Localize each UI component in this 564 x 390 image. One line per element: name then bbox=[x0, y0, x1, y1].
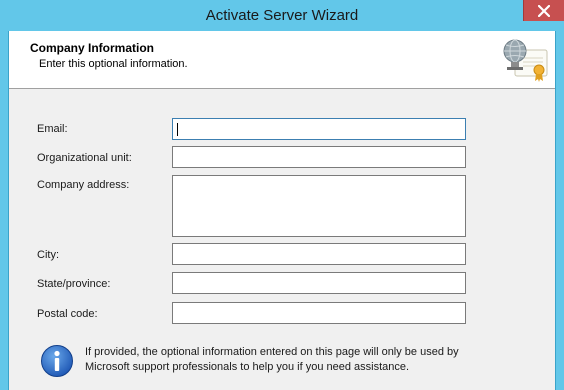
city-field[interactable] bbox=[172, 243, 466, 265]
window-title: Activate Server Wizard bbox=[205, 7, 359, 24]
email-field[interactable] bbox=[172, 118, 466, 140]
city-label: City: bbox=[37, 249, 59, 261]
state-label: State/province: bbox=[37, 278, 111, 290]
org-unit-label: Organizational unit: bbox=[37, 152, 132, 164]
info-icon bbox=[41, 345, 73, 377]
company-address-label: Company address: bbox=[37, 179, 130, 191]
org-unit-field[interactable] bbox=[172, 146, 466, 168]
wizard-client-area: Company Information Enter this optional … bbox=[8, 31, 556, 390]
page-subtitle: Enter this optional information. bbox=[39, 58, 188, 70]
company-address-field[interactable] bbox=[172, 175, 466, 237]
wizard-window: Activate Server Wizard Company Informati… bbox=[0, 0, 564, 390]
state-field[interactable] bbox=[172, 272, 466, 294]
postal-code-label: Postal code: bbox=[37, 308, 98, 320]
certificate-globe-icon bbox=[503, 39, 548, 82]
text-caret bbox=[177, 123, 178, 136]
email-label: Email: bbox=[37, 123, 68, 135]
postal-code-field[interactable] bbox=[172, 302, 466, 324]
close-button[interactable] bbox=[523, 0, 564, 21]
page-title: Company Information bbox=[30, 41, 155, 55]
wizard-header: Company Information Enter this optional … bbox=[9, 31, 555, 89]
title-bar[interactable]: Activate Server Wizard bbox=[0, 0, 564, 31]
close-icon bbox=[538, 4, 550, 17]
info-message: If provided, the optional information en… bbox=[85, 346, 459, 373]
